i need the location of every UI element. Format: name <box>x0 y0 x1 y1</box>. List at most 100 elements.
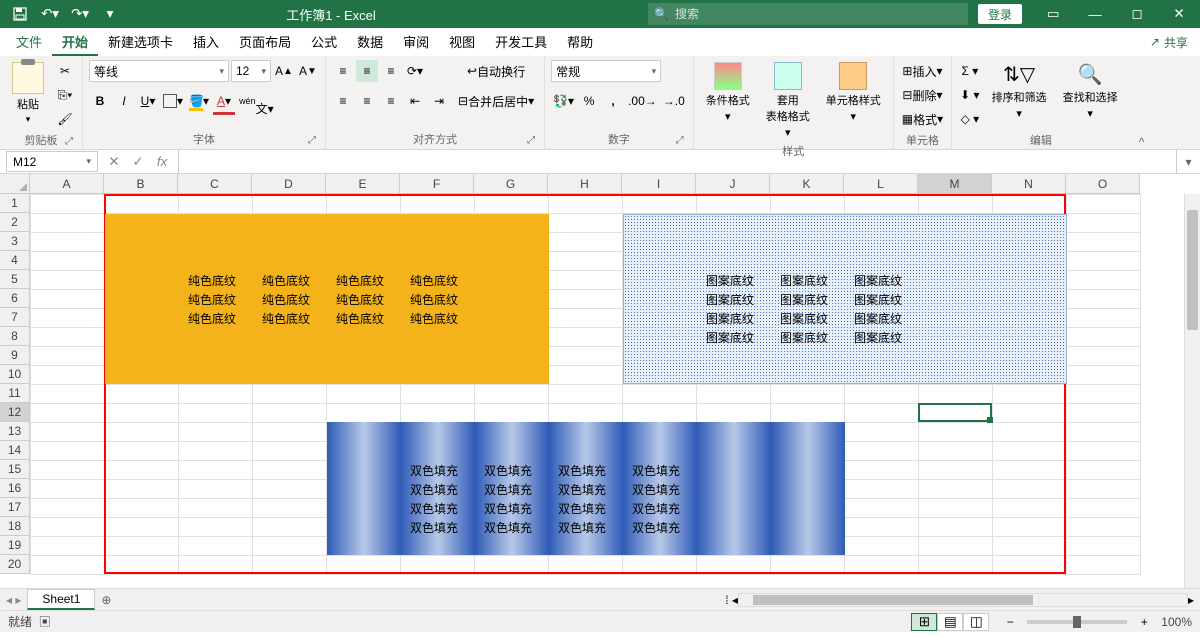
cell[interactable] <box>401 385 475 404</box>
align-middle-button[interactable]: ≡ <box>356 60 378 82</box>
cell[interactable] <box>105 385 179 404</box>
orientation-button[interactable]: ⟳▾ <box>404 60 426 82</box>
borders-button[interactable]: ▾ <box>161 90 185 112</box>
cell[interactable] <box>179 423 253 442</box>
cell[interactable] <box>697 556 771 575</box>
number-format-combo[interactable]: 常规 <box>551 60 661 82</box>
sheet-nav[interactable]: ◂ ▸ <box>0 593 27 607</box>
underline-button[interactable]: U▾ <box>137 90 159 112</box>
cell[interactable] <box>1067 271 1141 290</box>
cell[interactable] <box>179 537 253 556</box>
cell[interactable] <box>549 233 623 252</box>
cell[interactable] <box>179 404 253 423</box>
row-header[interactable]: 20 <box>0 555 30 574</box>
row-header[interactable]: 5 <box>0 270 30 289</box>
tab-data[interactable]: 数据 <box>347 28 393 56</box>
column-header[interactable]: H <box>548 174 622 194</box>
cell[interactable] <box>771 195 845 214</box>
cell[interactable] <box>327 195 401 214</box>
tab-review[interactable]: 审阅 <box>393 28 439 56</box>
cell[interactable] <box>105 518 179 537</box>
cell[interactable] <box>1067 537 1141 556</box>
font-size-combo[interactable]: 12 <box>231 60 271 82</box>
row-header[interactable]: 10 <box>0 365 30 384</box>
cell[interactable] <box>105 442 179 461</box>
cell[interactable] <box>919 385 993 404</box>
cell[interactable] <box>919 518 993 537</box>
cell[interactable] <box>179 442 253 461</box>
cell[interactable] <box>697 404 771 423</box>
spreadsheet-grid[interactable]: ABCDEFGHIJKLMNO 123456789101112131415161… <box>0 174 1200 588</box>
cell[interactable] <box>549 214 623 233</box>
cell[interactable] <box>253 404 327 423</box>
expand-formula-bar-button[interactable]: ▾ <box>1176 150 1200 173</box>
cell[interactable] <box>1067 404 1141 423</box>
cell[interactable] <box>993 385 1067 404</box>
cell[interactable] <box>623 556 697 575</box>
format-cells-button[interactable]: ▦ 格式 ▾ <box>900 108 945 130</box>
font-dialog-launcher[interactable]: ⤢ <box>305 135 319 149</box>
cell[interactable] <box>401 195 475 214</box>
share-button[interactable]: ↗共享 <box>1138 28 1200 56</box>
cell[interactable] <box>919 537 993 556</box>
cell[interactable] <box>253 480 327 499</box>
cell[interactable] <box>475 556 549 575</box>
insert-function-button[interactable]: fx <box>150 151 174 173</box>
cell[interactable] <box>31 556 105 575</box>
cell[interactable] <box>549 271 623 290</box>
column-header[interactable]: N <box>992 174 1066 194</box>
column-headers[interactable]: ABCDEFGHIJKLMNO <box>30 174 1140 194</box>
cell[interactable] <box>253 518 327 537</box>
merge-center-button[interactable]: ⊟ 合并后居中 ▾ <box>454 90 538 112</box>
cell[interactable] <box>31 480 105 499</box>
cell[interactable] <box>31 499 105 518</box>
cell[interactable] <box>1067 366 1141 385</box>
page-break-view-button[interactable]: ◫ <box>963 613 989 631</box>
alignment-dialog-launcher[interactable]: ⤢ <box>524 135 538 149</box>
cell[interactable] <box>401 556 475 575</box>
cell[interactable] <box>549 328 623 347</box>
cell[interactable] <box>845 480 919 499</box>
row-header[interactable]: 11 <box>0 384 30 403</box>
delete-cells-button[interactable]: ⊟ 删除 ▾ <box>900 84 945 106</box>
column-header[interactable]: J <box>696 174 770 194</box>
select-all-corner[interactable] <box>0 174 30 194</box>
column-header[interactable]: C <box>178 174 252 194</box>
format-painter-button[interactable]: 🖌 <box>54 108 76 130</box>
cell[interactable] <box>475 195 549 214</box>
cell[interactable] <box>771 385 845 404</box>
zoom-out-button[interactable]: − <box>999 611 1021 633</box>
fill-color-button[interactable]: 🪣▾ <box>187 90 211 112</box>
cell[interactable] <box>845 537 919 556</box>
collapse-ribbon-button[interactable]: ^ <box>1130 56 1154 149</box>
tab-view[interactable]: 视图 <box>439 28 485 56</box>
cell[interactable] <box>31 518 105 537</box>
cell[interactable] <box>623 195 697 214</box>
increase-indent-button[interactable]: ⇥ <box>428 90 450 112</box>
cell[interactable] <box>31 290 105 309</box>
cell[interactable] <box>253 537 327 556</box>
insert-cells-button[interactable]: ⊞ 插入 ▾ <box>900 60 945 82</box>
tab-layout[interactable]: 页面布局 <box>229 28 301 56</box>
cell[interactable] <box>31 252 105 271</box>
cell[interactable] <box>1067 290 1141 309</box>
cell[interactable] <box>253 195 327 214</box>
cell[interactable] <box>475 404 549 423</box>
cell[interactable] <box>549 195 623 214</box>
cell[interactable] <box>105 423 179 442</box>
cell[interactable] <box>327 404 401 423</box>
row-header[interactable]: 19 <box>0 536 30 555</box>
clipboard-dialog-launcher[interactable]: ⤢ <box>62 136 76 150</box>
cell[interactable] <box>31 385 105 404</box>
number-dialog-launcher[interactable]: ⤢ <box>673 135 687 149</box>
column-header[interactable]: L <box>844 174 918 194</box>
cell[interactable] <box>919 461 993 480</box>
bold-button[interactable]: B <box>89 90 111 112</box>
tab-home[interactable]: 开始 <box>52 28 98 56</box>
decrease-decimal-button[interactable]: →.0 <box>661 90 687 112</box>
copy-button[interactable]: ⎘▾ <box>54 84 76 106</box>
align-bottom-button[interactable]: ≡ <box>380 60 402 82</box>
cell[interactable] <box>1067 328 1141 347</box>
cell[interactable] <box>919 195 993 214</box>
row-header[interactable]: 16 <box>0 479 30 498</box>
